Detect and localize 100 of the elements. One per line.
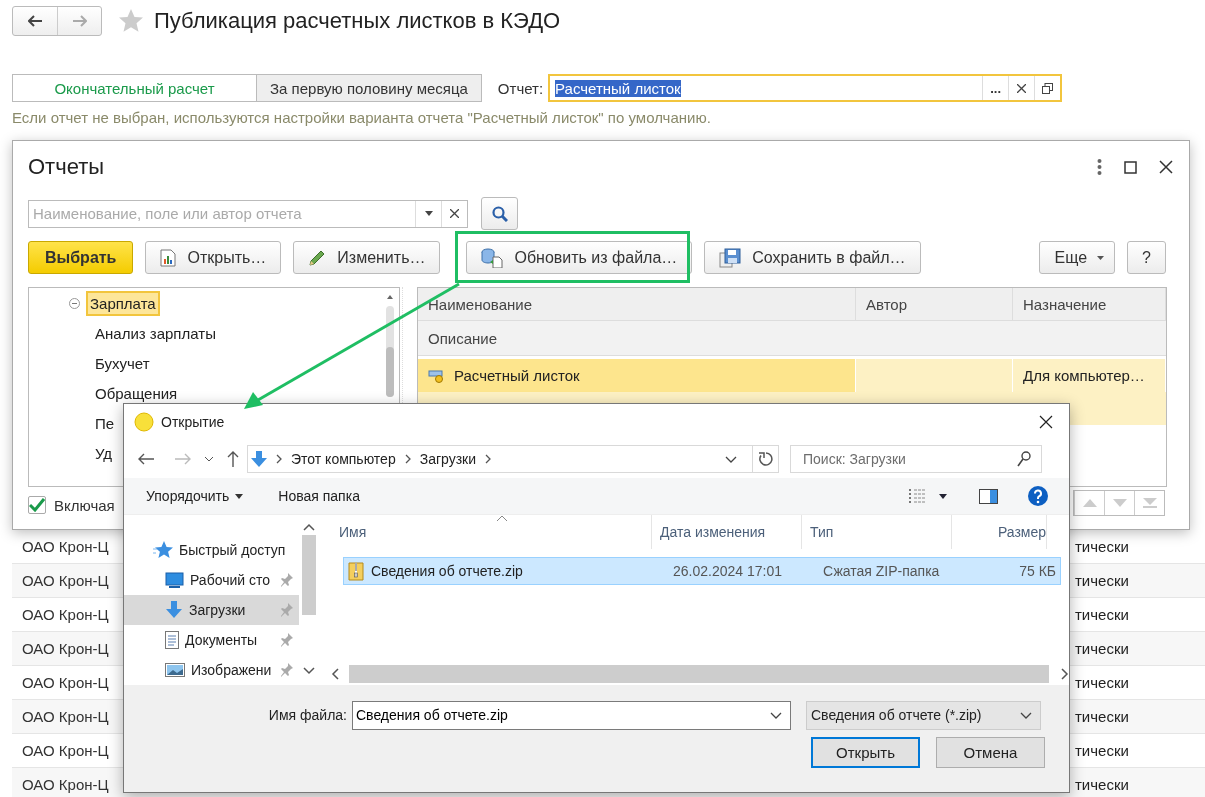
table-cell-text: тически: [1075, 640, 1130, 657]
breadcrumb-item[interactable]: Загрузки: [419, 451, 477, 467]
download-arrow-icon: [165, 601, 183, 619]
search-field[interactable]: Наименование, поле или автор отчета: [28, 199, 468, 228]
pin-icon: [281, 603, 293, 617]
collapse-icon[interactable]: [69, 297, 80, 309]
view-dropdown-button[interactable]: [939, 493, 947, 499]
list-view-icon: [907, 488, 927, 504]
mode-tab[interactable]: За первую половину месяца: [257, 74, 482, 102]
table-cell-text: ОАО Крон-Ц: [21, 742, 109, 759]
mode-tab[interactable]: Окончательный расчет: [12, 74, 257, 102]
tree-item[interactable]: Бухучет: [91, 350, 154, 376]
more-button[interactable]: Еще: [1038, 241, 1116, 274]
organize-button[interactable]: Упорядочить: [146, 488, 244, 504]
report-icon: [160, 248, 177, 267]
tree-item[interactable]: Уд: [91, 440, 117, 466]
search-field[interactable]: Поиск: Загрузки: [790, 445, 1042, 473]
pencil-icon: [308, 248, 327, 267]
tree-item[interactable]: Обращения: [91, 380, 182, 406]
open-button[interactable]: Открыть: [811, 737, 920, 768]
table-cell-text: тически: [1075, 538, 1130, 555]
help-icon: [1027, 485, 1049, 507]
more-actions-button[interactable]: [1097, 158, 1102, 176]
report-label: Отчет:: [497, 79, 544, 97]
file-name-field[interactable]: Сведения об отчете.zip: [352, 700, 791, 730]
tree-item[interactable]: Зарплата: [86, 290, 160, 316]
chevron-left-icon: [331, 668, 339, 680]
close-icon: [450, 209, 459, 218]
up-button[interactable]: [227, 451, 239, 467]
column-header[interactable]: Тип: [802, 515, 952, 549]
nav-item[interactable]: Изображени: [124, 655, 299, 685]
history-dropdown-button[interactable]: [204, 456, 214, 462]
horizontal-scrollbar[interactable]: [331, 663, 1069, 685]
table-cell-text: ОАО Крон-Ц: [21, 572, 109, 589]
table-cell: Расчетный листок: [454, 367, 580, 384]
cancel-button[interactable]: Отмена: [936, 737, 1045, 768]
dialog-title: Отчеты: [28, 154, 106, 180]
tree-item[interactable]: Пе: [91, 410, 119, 436]
column-header[interactable]: Наименование: [418, 288, 856, 320]
nav-item[interactable]: Рабочий сто: [124, 565, 299, 595]
search-icon: [491, 205, 508, 222]
preview-pane-button[interactable]: [979, 488, 998, 504]
help-button[interactable]: [1027, 485, 1049, 507]
nav-item[interactable]: Документы: [124, 625, 299, 655]
report-button[interactable]: Открыть…: [145, 241, 282, 274]
edit-button[interactable]: Изменить…: [293, 241, 441, 274]
monitor-icon: [165, 572, 184, 588]
table-cell-text: 75 КБ: [1018, 563, 1057, 579]
column-header[interactable]: Назначение: [1013, 288, 1166, 320]
chevron-right-icon: [404, 454, 411, 464]
search-icon: [1017, 451, 1031, 467]
checkmark-icon: [29, 498, 45, 512]
preview-pane-icon: [979, 488, 998, 504]
checkbox-label: Включая: [54, 496, 115, 514]
table-cell-text: 26.02.2024 17:01: [672, 563, 783, 579]
close-icon: [1039, 415, 1053, 429]
new-folder-button[interactable]: Новая папка: [278, 488, 360, 504]
column-header[interactable]: Имя: [331, 515, 652, 549]
help-button[interactable]: ?: [1127, 241, 1166, 274]
address-bar[interactable]: Этот компьютер Загрузки: [247, 445, 779, 473]
table-cell-text: тически: [1075, 606, 1130, 623]
up-arrow-icon: [227, 451, 239, 467]
database-file-icon: [481, 247, 504, 268]
caret-down-icon: [1097, 255, 1105, 260]
file-type-dropdown[interactable]: Сведения об отчете (*.zip): [806, 700, 1041, 730]
tree-item[interactable]: Анализ зарплаты: [91, 320, 220, 346]
download-arrow-icon: [251, 451, 267, 467]
back-button[interactable]: [138, 453, 154, 465]
file-row[interactable]: Сведения об отчете.zip 26.02.2024 17:01 Сжатая ZIP-папка 75 КБ: [343, 557, 1061, 585]
column-header[interactable]: Описание: [418, 321, 1166, 356]
close-button[interactable]: [1039, 415, 1053, 429]
dialog-title: Открытие: [161, 414, 226, 430]
table-cell-text: тически: [1075, 572, 1130, 589]
caret-down-icon: [235, 493, 244, 499]
chevron-right-icon: [1061, 668, 1069, 680]
forward-arrow-icon: [72, 15, 87, 27]
checkbox[interactable]: [28, 496, 46, 514]
table-cell-text: ОАО Крон-Ц: [21, 538, 109, 555]
column-header[interactable]: Размер: [952, 515, 1047, 549]
close-button[interactable]: [1159, 160, 1173, 174]
picture-icon: [165, 663, 185, 677]
save-button[interactable]: Сохранить в файл…: [704, 241, 921, 274]
back-arrow-icon: [28, 15, 42, 27]
nav-item[interactable]: Загрузки: [124, 595, 299, 625]
load-button[interactable]: Обновить из файла…: [466, 241, 693, 274]
breadcrumb-item[interactable]: Этот компьютер: [291, 451, 396, 467]
document-icon: [165, 631, 179, 649]
search-button[interactable]: [481, 197, 518, 230]
select-button[interactable]: Выбрать: [28, 241, 134, 274]
report-field[interactable]: Расчетный листок ...: [548, 74, 1063, 102]
star-icon[interactable]: [118, 8, 144, 34]
table-cell-text: Сжатая ZIP-папка: [822, 563, 941, 579]
column-header[interactable]: Дата изменения: [652, 515, 802, 549]
chevron-down-icon: [770, 711, 782, 719]
maximize-button[interactable]: [1124, 160, 1137, 174]
column-header[interactable]: Автор: [856, 288, 1013, 320]
close-icon: [1159, 160, 1173, 174]
caret-down-icon: [424, 211, 433, 216]
view-options-button[interactable]: [907, 488, 927, 504]
caret-down-icon: [939, 493, 947, 499]
